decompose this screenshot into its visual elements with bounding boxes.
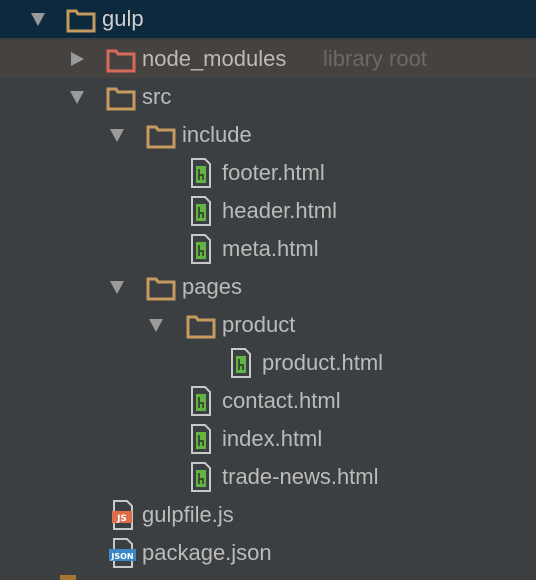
- tree-label-src: src: [142, 84, 172, 109]
- expand-arrow-icon[interactable]: [70, 91, 84, 104]
- tree-label-trade-news-html: trade-news.html: [222, 464, 379, 489]
- expand-arrow-icon[interactable]: [110, 129, 124, 142]
- tree-row-footer-html[interactable]: footer.html: [0, 154, 536, 192]
- html-file-icon: [189, 458, 221, 496]
- expand-arrow-icon[interactable]: [31, 13, 45, 26]
- collapsed-arrow-icon[interactable]: [71, 52, 84, 66]
- html-file-icon: [189, 382, 221, 420]
- folder-icon: [106, 78, 138, 116]
- tree-label-gulpfile-js: gulpfile.js: [142, 502, 234, 527]
- tree-row-product-html[interactable]: product.html: [0, 344, 536, 382]
- tree-row-gulpfile-js[interactable]: JS gulpfile.js: [0, 496, 536, 534]
- tree-label-header-html: header.html: [222, 198, 337, 223]
- tree-label-gulp: gulp: [102, 6, 144, 31]
- html-file-icon: [189, 154, 221, 192]
- tree-row-trade-news-html[interactable]: trade-news.html: [0, 458, 536, 496]
- excluded-folder-icon: [106, 40, 138, 78]
- tree-label-product-html: product.html: [262, 350, 384, 375]
- tree-row-contact-html[interactable]: contact.html: [0, 382, 536, 420]
- tree-label-include: include: [182, 122, 252, 147]
- html-file-icon: [229, 344, 261, 382]
- tree-label-footer-html: footer.html: [222, 160, 325, 185]
- tree-label-package-json: package.json: [142, 540, 272, 565]
- svg-text:JS: JS: [116, 514, 127, 524]
- expand-arrow-icon[interactable]: [149, 319, 163, 332]
- folder-icon: [146, 268, 178, 306]
- expand-arrow-icon[interactable]: [110, 281, 124, 294]
- folder-icon: [186, 306, 218, 344]
- html-file-icon: [189, 192, 221, 230]
- library-root-label: library root: [323, 46, 427, 71]
- json-file-icon: JSON: [108, 534, 140, 572]
- html-file-icon: [189, 420, 221, 458]
- html-file-icon: [189, 230, 221, 268]
- tree-row-package-json[interactable]: JSON package.json: [0, 534, 536, 572]
- folder-icon: [146, 116, 178, 154]
- tree-label-pages: pages: [182, 274, 242, 299]
- tree-label-contact-html: contact.html: [222, 388, 341, 413]
- tree-row-product-folder[interactable]: product: [0, 306, 536, 344]
- tree-row-index-html[interactable]: index.html: [0, 420, 536, 458]
- tree-label-node-modules: node_modules: [142, 46, 287, 71]
- js-file-icon: JS: [109, 496, 141, 534]
- tree-label-index-html: index.html: [222, 426, 323, 451]
- partial-next-row-indicator: [60, 575, 76, 580]
- project-tree: gulp node_modules library root src inclu…: [0, 0, 536, 580]
- folder-icon: [66, 0, 98, 38]
- tree-row-meta-html[interactable]: meta.html: [0, 230, 536, 268]
- tree-row-pages[interactable]: pages: [0, 268, 536, 306]
- tree-label-product: product: [222, 312, 296, 337]
- tree-row-header-html[interactable]: header.html: [0, 192, 536, 230]
- tree-row-node-modules[interactable]: node_modules library root: [0, 40, 536, 78]
- tree-row-include[interactable]: include: [0, 116, 536, 154]
- tree-row-gulp[interactable]: gulp: [0, 0, 536, 38]
- tree-label-meta-html: meta.html: [222, 236, 319, 261]
- tree-row-src[interactable]: src: [0, 78, 536, 116]
- svg-text:JSON: JSON: [110, 552, 133, 561]
